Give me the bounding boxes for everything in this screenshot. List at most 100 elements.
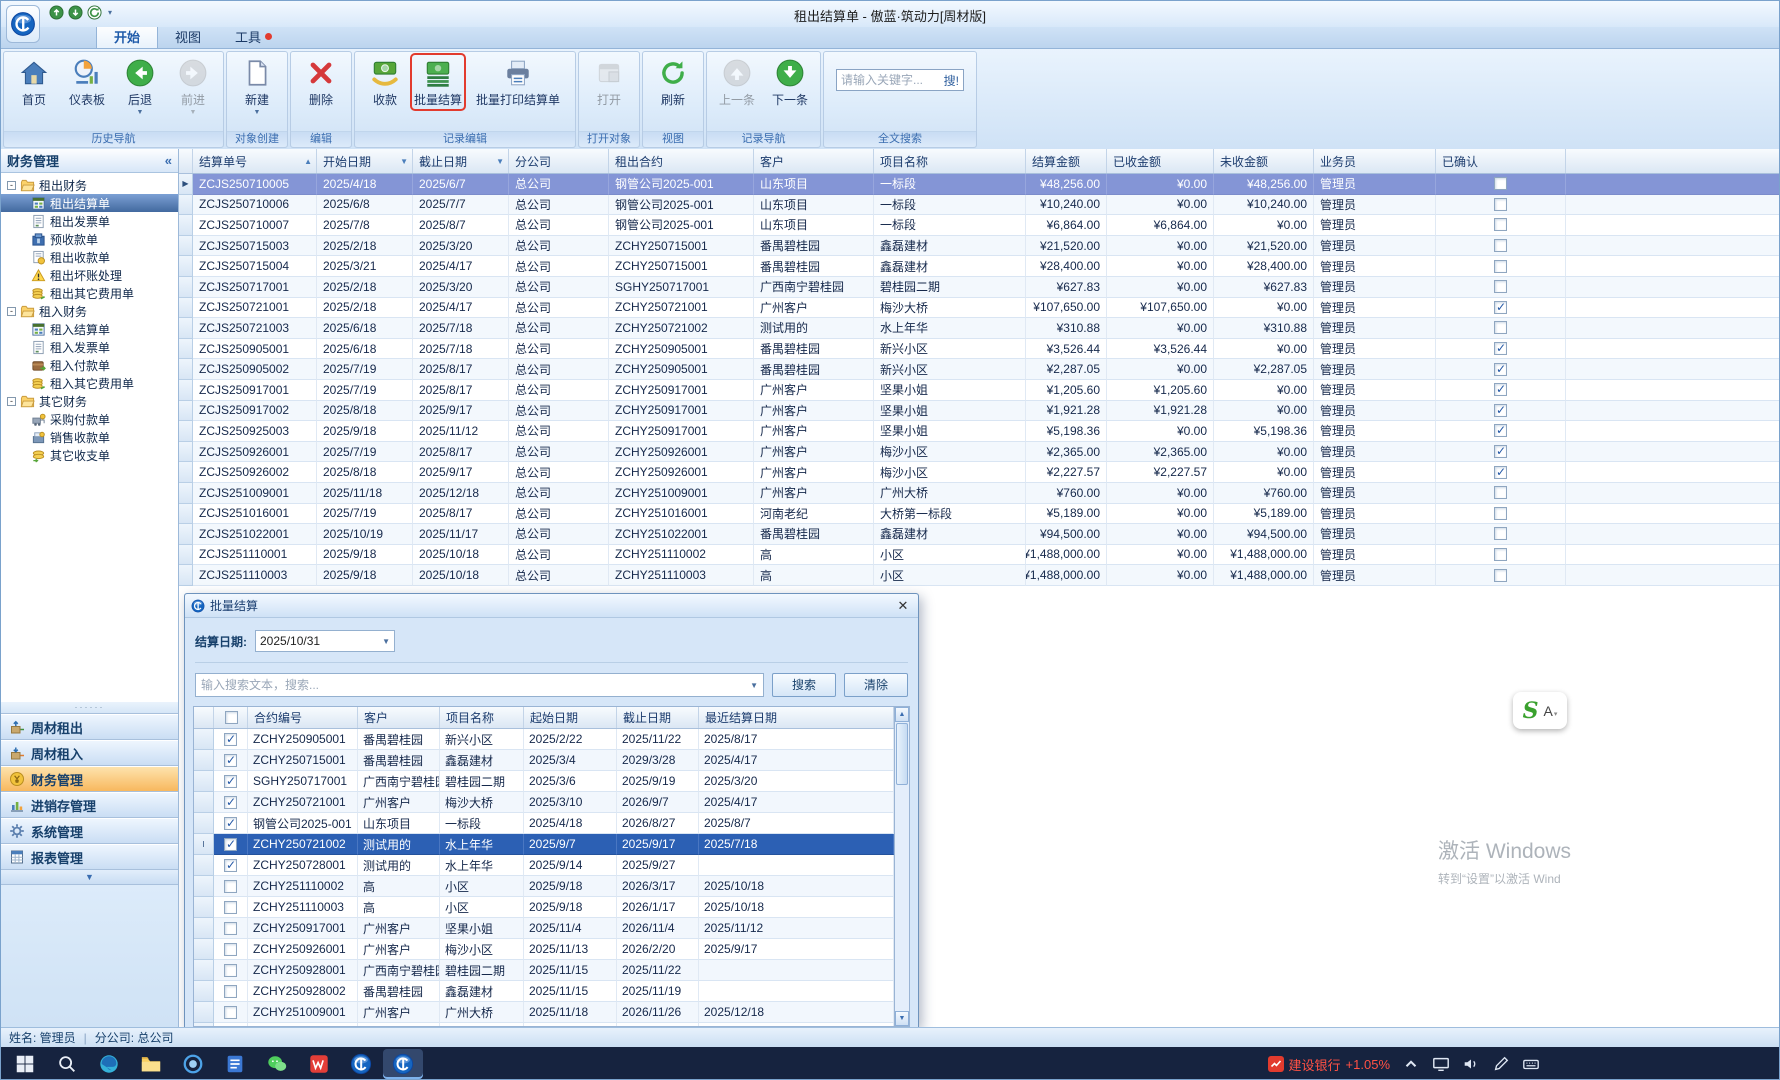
tree-item-租出其它费用单[interactable]: 租出其它费用单 <box>1 284 178 302</box>
confirmed-checkbox[interactable] <box>1494 569 1507 582</box>
row-checkbox[interactable] <box>224 922 237 935</box>
taskbar-folder-win-button[interactable] <box>131 1049 171 1079</box>
tree-item-预收款单[interactable]: 预收款单 <box>1 230 178 248</box>
confirmed-checkbox[interactable] <box>1494 383 1507 396</box>
confirmed-checkbox[interactable] <box>1494 342 1507 355</box>
table-row[interactable]: ZCJS2509050022025/7/192025/8/17总公司ZCHY25… <box>179 359 1779 380</box>
taskbar-start-button[interactable] <box>5 1049 45 1079</box>
tree-item-租出收款单[interactable]: 租出收款单 <box>1 248 178 266</box>
row-checkbox[interactable] <box>224 733 237 746</box>
confirmed-checkbox[interactable] <box>1494 445 1507 458</box>
row-checkbox[interactable] <box>224 775 237 788</box>
snip-s-icon[interactable]: S <box>1523 698 1539 724</box>
taskbar-docs-button[interactable] <box>215 1049 255 1079</box>
snip-a-icon[interactable]: A <box>1544 703 1558 719</box>
taskbar-edge-button[interactable] <box>89 1049 129 1079</box>
dialog-search-input[interactable] <box>201 678 750 692</box>
dialog-column-header-最近结算日期[interactable]: 最近结算日期 <box>699 707 894 728</box>
table-row[interactable]: ZCJS2509170012025/7/192025/8/17总公司ZCHY25… <box>179 380 1779 401</box>
后退-button[interactable]: 后退▼ <box>114 55 166 117</box>
scroll-track[interactable] <box>895 786 909 1011</box>
table-row[interactable]: ▶ZCJS2507100052025/4/182025/6/7总公司钢管公司20… <box>179 174 1779 195</box>
table-row[interactable]: ZCJS2507100062025/6/82025/7/7总公司钢管公司2025… <box>179 195 1779 216</box>
column-header-已确认[interactable]: 已确认 <box>1436 149 1566 173</box>
tree-folder-租入财务[interactable]: -租入财务 <box>1 302 178 320</box>
dialog-column-header-起始日期[interactable]: 起始日期 <box>524 707 617 728</box>
批量结算-button[interactable]: 批量结算 <box>412 55 464 109</box>
select-all-checkbox[interactable] <box>225 711 238 724</box>
column-header-业务员[interactable]: 业务员 <box>1314 149 1436 173</box>
收款-button[interactable]: 收款 <box>359 55 411 109</box>
dialog-scrollbar[interactable]: ▲ ▼ <box>894 707 909 1026</box>
confirmed-checkbox[interactable] <box>1494 177 1507 190</box>
dialog-table-row[interactable]: ZCHY250926001广州客户梅沙小区2025/11/132026/2/20… <box>194 939 894 960</box>
dialog-column-header-项目名称[interactable]: 项目名称 <box>440 707 524 728</box>
filter-arrow-icon[interactable]: ▼ <box>496 157 504 166</box>
scroll-down-icon[interactable]: ▼ <box>895 1011 909 1026</box>
row-checkbox[interactable] <box>224 1006 237 1019</box>
column-header-租出合约[interactable]: 租出合约 <box>609 149 754 173</box>
confirmed-checkbox[interactable] <box>1494 363 1507 376</box>
dialog-table-row[interactable]: ZCHY250928001广西南宁碧桂园碧桂园二期2025/11/152025/… <box>194 960 894 981</box>
row-checkbox[interactable] <box>224 943 237 956</box>
dialog-clear-button[interactable]: 清除 <box>844 673 908 697</box>
sidebar-splitter[interactable]: ······ <box>1 701 178 714</box>
tray-monitor-icon[interactable] <box>1432 1055 1450 1073</box>
tree-item-租出坏账处理[interactable]: 租出坏账处理 <box>1 266 178 284</box>
tree-item-租出发票单[interactable]: 租出发票单 <box>1 212 178 230</box>
column-header-截止日期[interactable]: 截止日期▼ <box>413 149 509 173</box>
dialog-table-row[interactable]: ZCHY250917001广州客户坚果小姐2025/11/42026/11/42… <box>194 918 894 939</box>
confirmed-checkbox[interactable] <box>1494 466 1507 479</box>
taskbar-search-task-button[interactable] <box>47 1049 87 1079</box>
tray-keyboard-icon[interactable] <box>1522 1055 1540 1073</box>
confirmed-checkbox[interactable] <box>1494 507 1507 520</box>
dialog-table-row[interactable]: ZCHY250905001番禺碧桂园新兴小区2025/2/222025/11/2… <box>194 729 894 750</box>
dialog-close-button[interactable]: ✕ <box>894 598 912 614</box>
search-dropdown-arrow-icon[interactable]: ▼ <box>750 681 758 690</box>
row-checkbox[interactable] <box>224 880 237 893</box>
新建-button[interactable]: 新建▼ <box>231 55 283 117</box>
settle-date-combo[interactable]: 2025/10/31 ▼ <box>255 630 395 652</box>
fulltext-search-go-button[interactable]: 搜! <box>944 72 959 89</box>
dialog-table-row[interactable]: ZCHY250928002番禺碧桂园鑫磊建材2025/11/152025/11/… <box>194 981 894 1002</box>
tab-工具[interactable]: 工具 <box>218 24 289 48</box>
confirmed-checkbox[interactable] <box>1494 548 1507 561</box>
column-header-结算单号[interactable]: 结算单号▲ <box>193 149 317 173</box>
下一条-button[interactable]: 下一条 <box>764 55 816 109</box>
仪表板-button[interactable]: 仪表板 <box>61 55 113 109</box>
首页-button[interactable]: 首页 <box>8 55 60 109</box>
nav-报表管理[interactable]: 报表管理 <box>1 844 178 870</box>
dialog-table-row[interactable] <box>194 1023 894 1026</box>
row-checkbox[interactable] <box>224 901 237 914</box>
table-row[interactable]: ZCJS2510090012025/11/182025/12/18总公司ZCHY… <box>179 483 1779 504</box>
tree-item-租入付款单[interactable]: 租入付款单 <box>1 356 178 374</box>
confirmed-checkbox[interactable] <box>1494 486 1507 499</box>
confirmed-checkbox[interactable] <box>1494 404 1507 417</box>
tree-collapse-icon[interactable]: - <box>7 397 16 406</box>
confirmed-checkbox[interactable] <box>1494 527 1507 540</box>
tree-item-租入其它费用单[interactable]: 租入其它费用单 <box>1 374 178 392</box>
column-header-分公司[interactable]: 分公司 <box>509 149 609 173</box>
table-row[interactable]: ZCJS2507210012025/2/182025/4/17总公司ZCHY25… <box>179 298 1779 319</box>
table-row[interactable]: ZCJS2510220012025/10/192025/11/17总公司ZCHY… <box>179 524 1779 545</box>
table-row[interactable]: ZCJS2509250032025/9/182025/11/12总公司ZCHY2… <box>179 421 1779 442</box>
sidebar-collapse-icon[interactable]: « <box>165 153 172 168</box>
nav-财务管理[interactable]: 财务管理 <box>1 766 178 792</box>
tree-item-租入发票单[interactable]: 租入发票单 <box>1 338 178 356</box>
dialog-table-row[interactable]: ZCHY250715001番禺碧桂园鑫磊建材2025/3/42029/3/282… <box>194 750 894 771</box>
dialog-table-row[interactable]: ZCHY250721001广州客户梅沙大桥2025/3/102026/9/720… <box>194 792 894 813</box>
tray-pen-icon[interactable] <box>1492 1055 1510 1073</box>
column-header-结算金额[interactable]: 结算金额 <box>1026 149 1107 173</box>
table-row[interactable]: ZCJS2507170012025/2/182025/3/20总公司SGHY25… <box>179 277 1779 298</box>
column-header-客户[interactable]: 客户 <box>754 149 874 173</box>
tab-视图[interactable]: 视图 <box>158 24 218 48</box>
row-checkbox[interactable] <box>224 754 237 767</box>
taskbar-wechat-button[interactable] <box>257 1049 297 1079</box>
table-row[interactable]: ZCJS2511100012025/9/182025/10/18总公司ZCHY2… <box>179 545 1779 566</box>
dialog-table-row[interactable]: ZCHY251009001广州客户广州大桥2025/11/182026/11/2… <box>194 1002 894 1023</box>
dialog-column-header-客户[interactable]: 客户 <box>358 707 440 728</box>
tree-item-销售收款单[interactable]: 销售收款单 <box>1 428 178 446</box>
stock-ticker[interactable]: 建设银行 +1.05% <box>1268 1055 1390 1074</box>
row-checkbox[interactable] <box>224 985 237 998</box>
taskbar-app-logo-button[interactable] <box>341 1049 381 1079</box>
